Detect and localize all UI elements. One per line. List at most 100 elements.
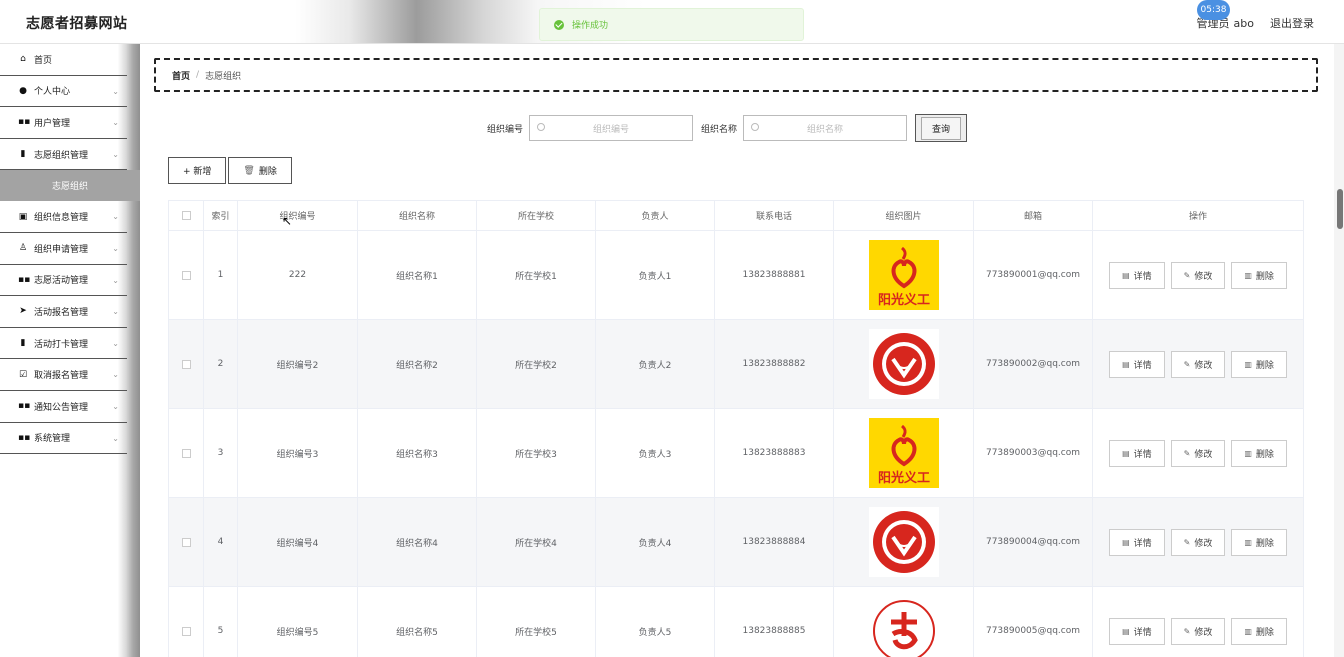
add-button[interactable]: + 新增	[168, 157, 227, 184]
person-icon: ♙	[18, 243, 28, 254]
cell-phone: 13823888882	[715, 320, 834, 408]
chevron-down-icon: ⌄	[112, 118, 119, 128]
sidebar-item[interactable]: ▪▪ 系统管理 ⌄	[0, 423, 127, 455]
row-checkbox[interactable]	[181, 359, 191, 369]
sidebar-subitem-active[interactable]: 志愿组织	[0, 170, 140, 202]
document-icon: ▤	[1122, 359, 1130, 369]
volunteer-service-seal	[868, 596, 939, 657]
delete-label: 删除	[1255, 449, 1274, 460]
cell-operations: ▤ 详情 ✎ 修改 ▥ 删除	[1093, 231, 1304, 319]
sidebar-item[interactable]: ▮ 活动打卡管理 ⌄	[0, 328, 127, 360]
cell-org-code: 组织编号4	[238, 498, 358, 586]
detail-button[interactable]: ▤ 详情	[1109, 528, 1165, 556]
detail-button[interactable]: ▤ 详情	[1109, 350, 1165, 378]
chevron-down-icon: ⌄	[112, 243, 119, 253]
column-header: 操作	[1093, 201, 1304, 230]
delete-button[interactable]: ▥ 删除	[1231, 439, 1287, 467]
cell-org-code: 组织编号3	[238, 409, 358, 497]
cell-operations: ▤ 详情 ✎ 修改 ▥ 删除	[1093, 498, 1304, 586]
cell-leader: 负责人4	[596, 498, 715, 586]
delete-button[interactable]: ▥ 删除	[1231, 261, 1287, 289]
toast-message: 操作成功	[572, 21, 609, 31]
column-header: 所在学校	[477, 201, 596, 230]
sidebar-item-label: 首页	[34, 55, 53, 66]
edit-icon: ✎	[1183, 448, 1191, 458]
edit-button[interactable]: ✎ 修改	[1170, 528, 1226, 556]
detail-label: 详情	[1133, 271, 1152, 282]
edit-button[interactable]: ✎ 修改	[1170, 261, 1226, 289]
detail-button[interactable]: ▤ 详情	[1109, 261, 1165, 289]
bulk-delete-button[interactable]: 🗑 删除	[228, 157, 292, 184]
book-icon: ▮	[20, 149, 26, 160]
delete-button[interactable]: ▥ 删除	[1231, 350, 1287, 378]
edit-button[interactable]: ✎ 修改	[1170, 617, 1226, 645]
delete-label: 删除	[1255, 627, 1274, 638]
row-checkbox[interactable]	[181, 448, 191, 458]
sidebar-item[interactable]: ▪▪ 用户管理 ⌄	[0, 107, 127, 139]
edit-button[interactable]: ✎ 修改	[1170, 439, 1226, 467]
checkbox[interactable]	[181, 211, 191, 220]
breadcrumb: 首页 / 志愿组织	[154, 58, 1318, 92]
mouse-cursor-icon: ↖	[282, 214, 293, 228]
row-checkbox-cell	[168, 231, 204, 319]
cell-org-image	[834, 498, 974, 586]
org-image: 阳光义工	[868, 418, 939, 488]
cell-school: 所在学校4	[477, 498, 596, 586]
column-header: 联系电话	[715, 201, 834, 230]
row-checkbox[interactable]	[181, 626, 191, 636]
sidebar-item[interactable]: ▪▪ 通知公告管理 ⌄	[0, 391, 127, 423]
logout-button[interactable]: 退出登录	[1270, 15, 1314, 31]
delete-label: 删除	[1255, 538, 1274, 549]
edit-label: 修改	[1194, 538, 1213, 549]
scrollbar-thumb[interactable]	[1337, 189, 1343, 229]
vertical-scrollbar[interactable]	[1334, 44, 1344, 657]
sidebar-item-label: 用户管理	[34, 118, 71, 129]
query-button[interactable]: 查询	[915, 114, 968, 142]
detail-label: 详情	[1133, 627, 1152, 638]
detail-button[interactable]: ▤ 详情	[1109, 617, 1165, 645]
org-code-input[interactable]: 组织编号	[529, 115, 694, 141]
doc-icon: ▣	[18, 211, 28, 222]
edit-button[interactable]: ✎ 修改	[1170, 350, 1226, 378]
sidebar-item-label: 系统管理	[34, 434, 71, 445]
trash-icon: ▥	[1244, 359, 1252, 369]
action-bar: + 新增 🗑 删除	[168, 157, 294, 184]
grid-icon: ▪▪	[18, 432, 31, 443]
delete-label: 删除	[1255, 360, 1274, 371]
row-checkbox[interactable]	[181, 270, 191, 280]
sidebar-item[interactable]: ⌂ 首页	[0, 44, 127, 76]
row-checkbox[interactable]	[181, 537, 191, 547]
delete-button[interactable]: ▥ 删除	[1231, 528, 1287, 556]
cell-school: 所在学校5	[477, 587, 596, 657]
cell-org-name: 组织名称5	[358, 587, 477, 657]
sidebar-item-label: 通知公告管理	[34, 402, 89, 413]
sidebar-item[interactable]: ➤ 活动报名管理 ⌄	[0, 296, 127, 328]
org-image: 阳光义工	[868, 240, 939, 310]
select-all-checkbox[interactable]	[168, 201, 204, 230]
top-header: 志愿者招募网站 操作成功 管理员 abo 退出登录 05:38	[0, 0, 1344, 44]
sidebar-item[interactable]: ▮ 志愿组织管理 ⌄	[0, 139, 127, 171]
breadcrumb-home[interactable]: 首页	[172, 69, 190, 82]
cell-phone: 13823888883	[715, 409, 834, 497]
cell-org-code: 组织编号2	[238, 320, 358, 408]
sidebar-item[interactable]: ● 个人中心 ⌄	[0, 76, 127, 108]
logo-text: 阳光义工	[877, 470, 929, 486]
document-icon: ▤	[1122, 270, 1130, 280]
org-name-placeholder: 组织名称	[807, 124, 844, 135]
table-row: 1 222 组织名称1 所在学校1 负责人1 13823888881 阳光义工 7738900…	[168, 231, 1304, 320]
edit-label: 修改	[1194, 271, 1213, 282]
delete-button[interactable]: ▥ 删除	[1231, 617, 1287, 645]
sidebar-item[interactable]: ♙ 组织申请管理 ⌄	[0, 233, 127, 265]
user-icon: ●	[19, 85, 27, 96]
search-icon	[537, 123, 546, 131]
sidebar-item[interactable]: ▣ 组织信息管理 ⌄	[0, 201, 127, 233]
sidebar-item[interactable]: ☑ 取消报名管理 ⌄	[0, 359, 127, 391]
document-icon: ▤	[1122, 537, 1130, 547]
sidebar-item[interactable]: ▪▪ 志愿活动管理 ⌄	[0, 265, 127, 297]
org-name-input[interactable]: 组织名称	[743, 115, 908, 141]
cell-operations: ▤ 详情 ✎ 修改 ▥ 删除	[1093, 320, 1304, 408]
org-code-label: 组织编号	[487, 124, 524, 135]
table-row: 5 组织编号5 组织名称5 所在学校5 负责人5 13823888885 773890005…	[168, 587, 1304, 657]
detail-button[interactable]: ▤ 详情	[1109, 439, 1165, 467]
row-checkbox-cell	[168, 498, 204, 586]
